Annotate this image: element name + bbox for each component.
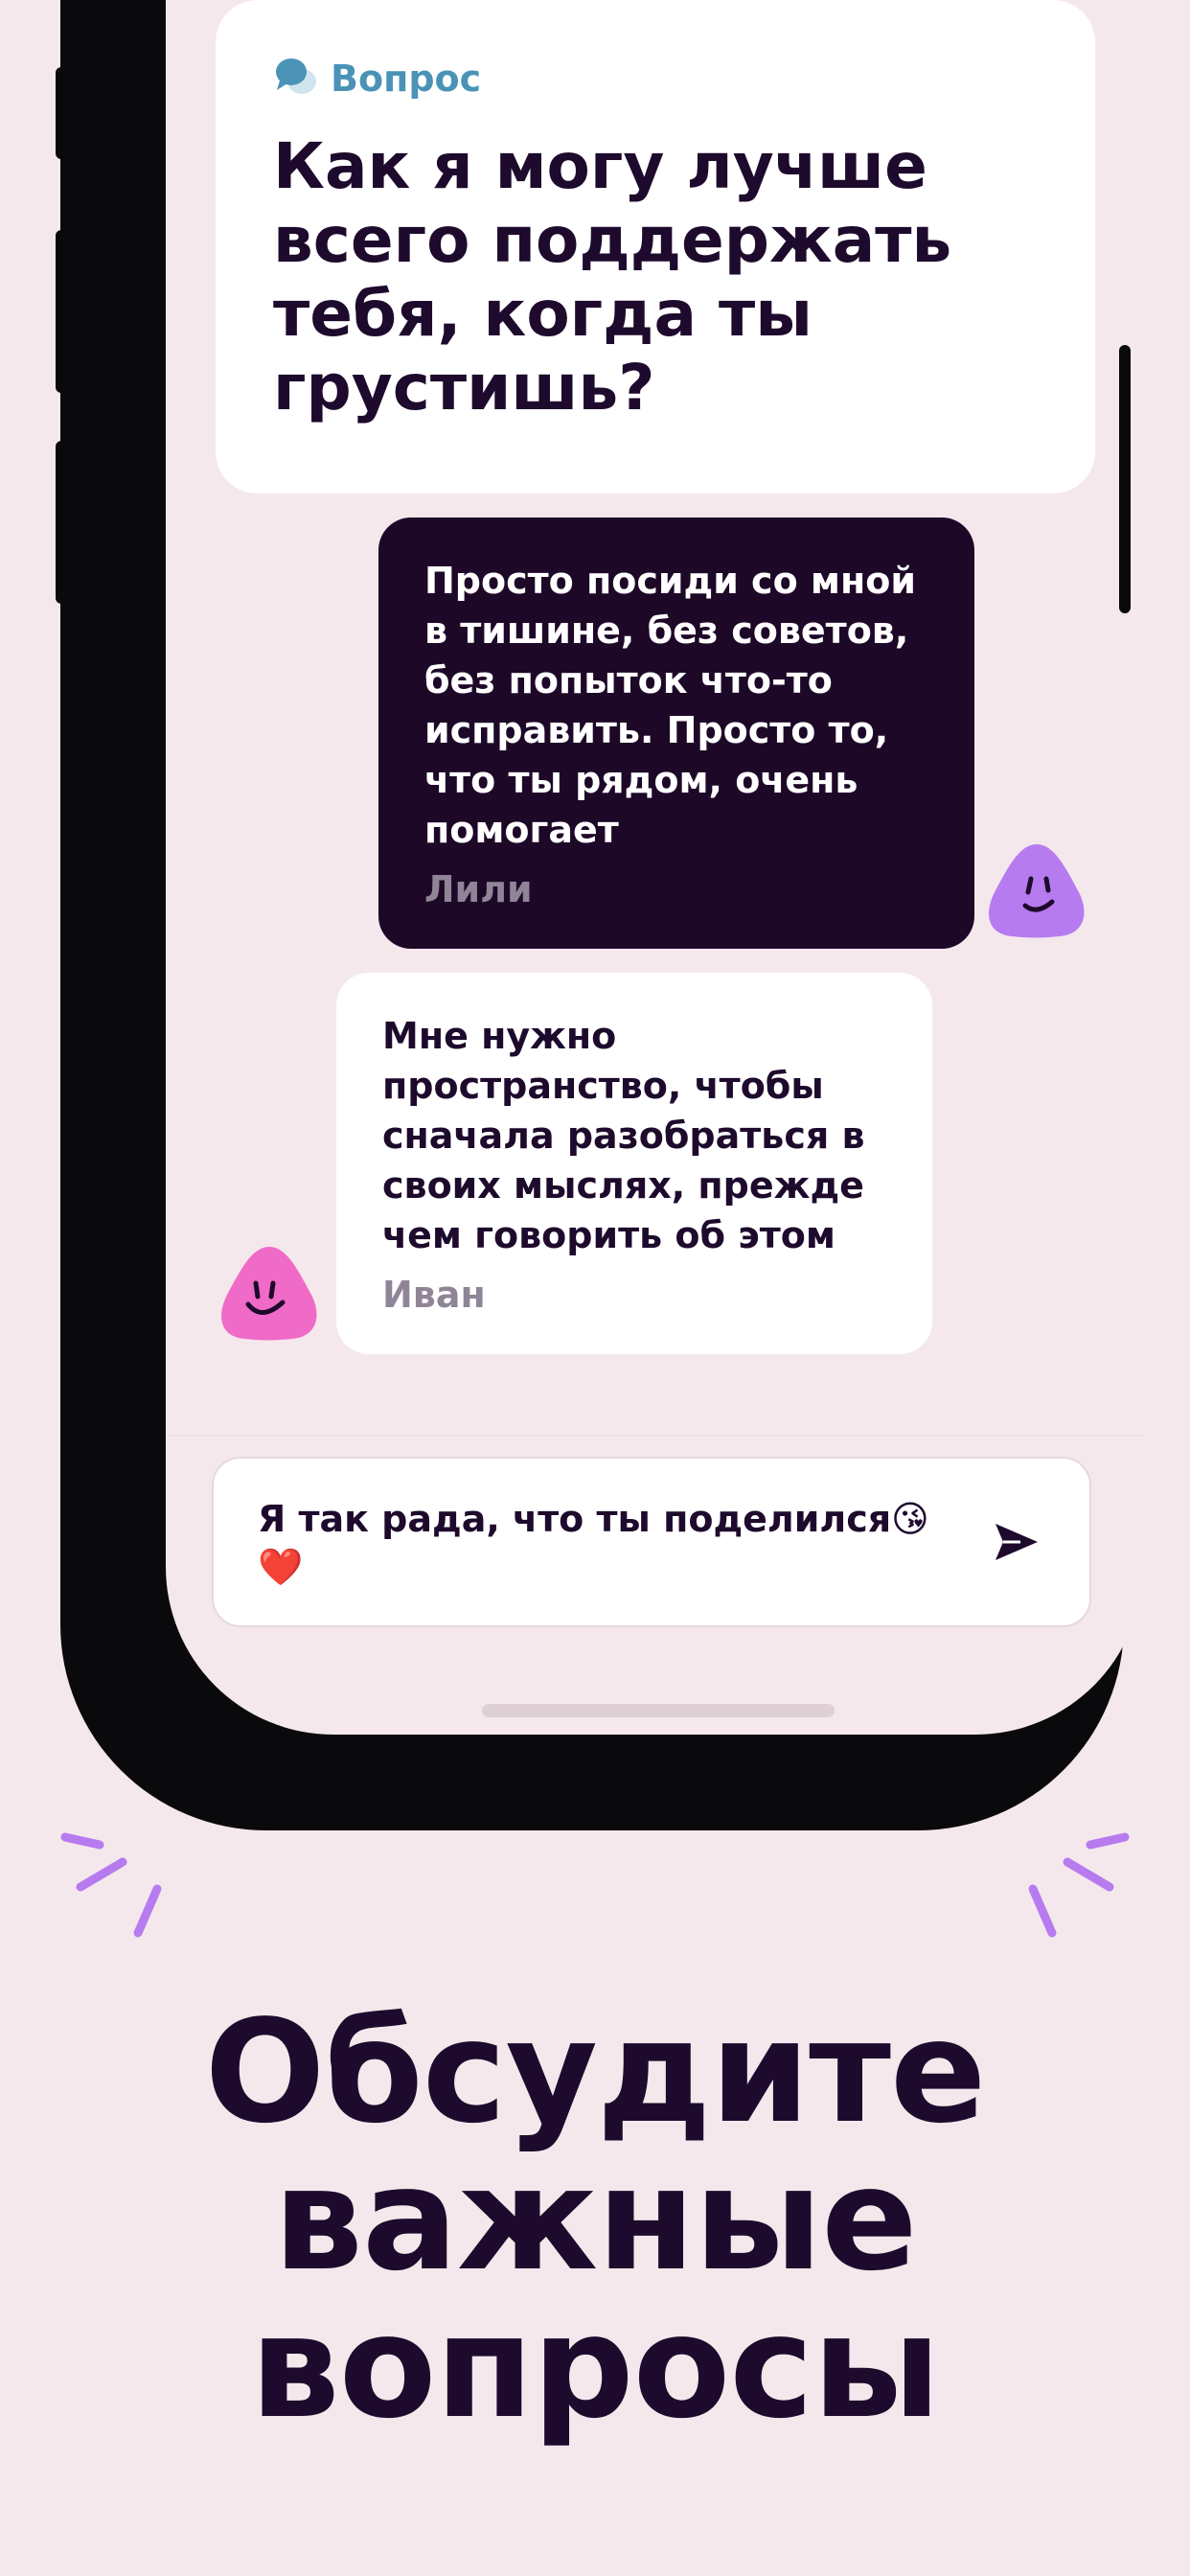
speech-bubbles-icon — [273, 54, 319, 104]
phone-screen: Вопрос Как я могу лучше всего поддержать… — [166, 0, 1143, 1735]
phone-frame: Вопрос Как я могу лучше всего поддержать… — [60, 0, 1143, 1830]
question-label: Вопрос — [273, 54, 481, 104]
headline-line: Обсудите — [204, 1990, 987, 2154]
home-indicator — [482, 1704, 835, 1717]
question-title: Как я могу лучше всего поддержать тебя, … — [273, 129, 952, 425]
phone-volume-button — [56, 67, 67, 159]
headline-line: вопросы — [250, 2285, 941, 2450]
message-author: Иван — [382, 1274, 486, 1316]
message-input[interactable]: Я так рада, что ты поделился😘❤️ — [258, 1495, 948, 1591]
composer-divider — [166, 1435, 1143, 1437]
message-bubble-lily: Просто посиди со мной в тишине, без сове… — [378, 518, 974, 949]
headline-line: важные — [273, 2137, 917, 2302]
message-bubble-ivan: Мне нужно пространство, чтобы сначала ра… — [336, 973, 932, 1354]
headline: Обсудите важные вопросы — [0, 1998, 1190, 2441]
message-author: Лили — [424, 868, 533, 910]
question-label-text: Вопрос — [331, 58, 482, 100]
phone-volume-button — [56, 230, 67, 393]
avatar-purple-blob — [983, 839, 1090, 946]
sparkle-right-icon — [1008, 1826, 1133, 1949]
message-composer[interactable]: Я так рада, что ты поделился😘❤️ — [212, 1457, 1091, 1627]
sparkle-left-icon — [57, 1826, 182, 1949]
message-text: Просто посиди со мной в тишине, без сове… — [424, 560, 916, 851]
avatar-pink-blob — [216, 1241, 323, 1348]
send-arrow-icon[interactable] — [990, 1516, 1041, 1568]
phone-volume-button — [56, 441, 67, 604]
message-text: Мне нужно пространство, чтобы сначала ра… — [382, 1015, 865, 1256]
phone-power-button — [1119, 345, 1131, 613]
question-card: Вопрос Как я могу лучше всего поддержать… — [216, 0, 1095, 494]
